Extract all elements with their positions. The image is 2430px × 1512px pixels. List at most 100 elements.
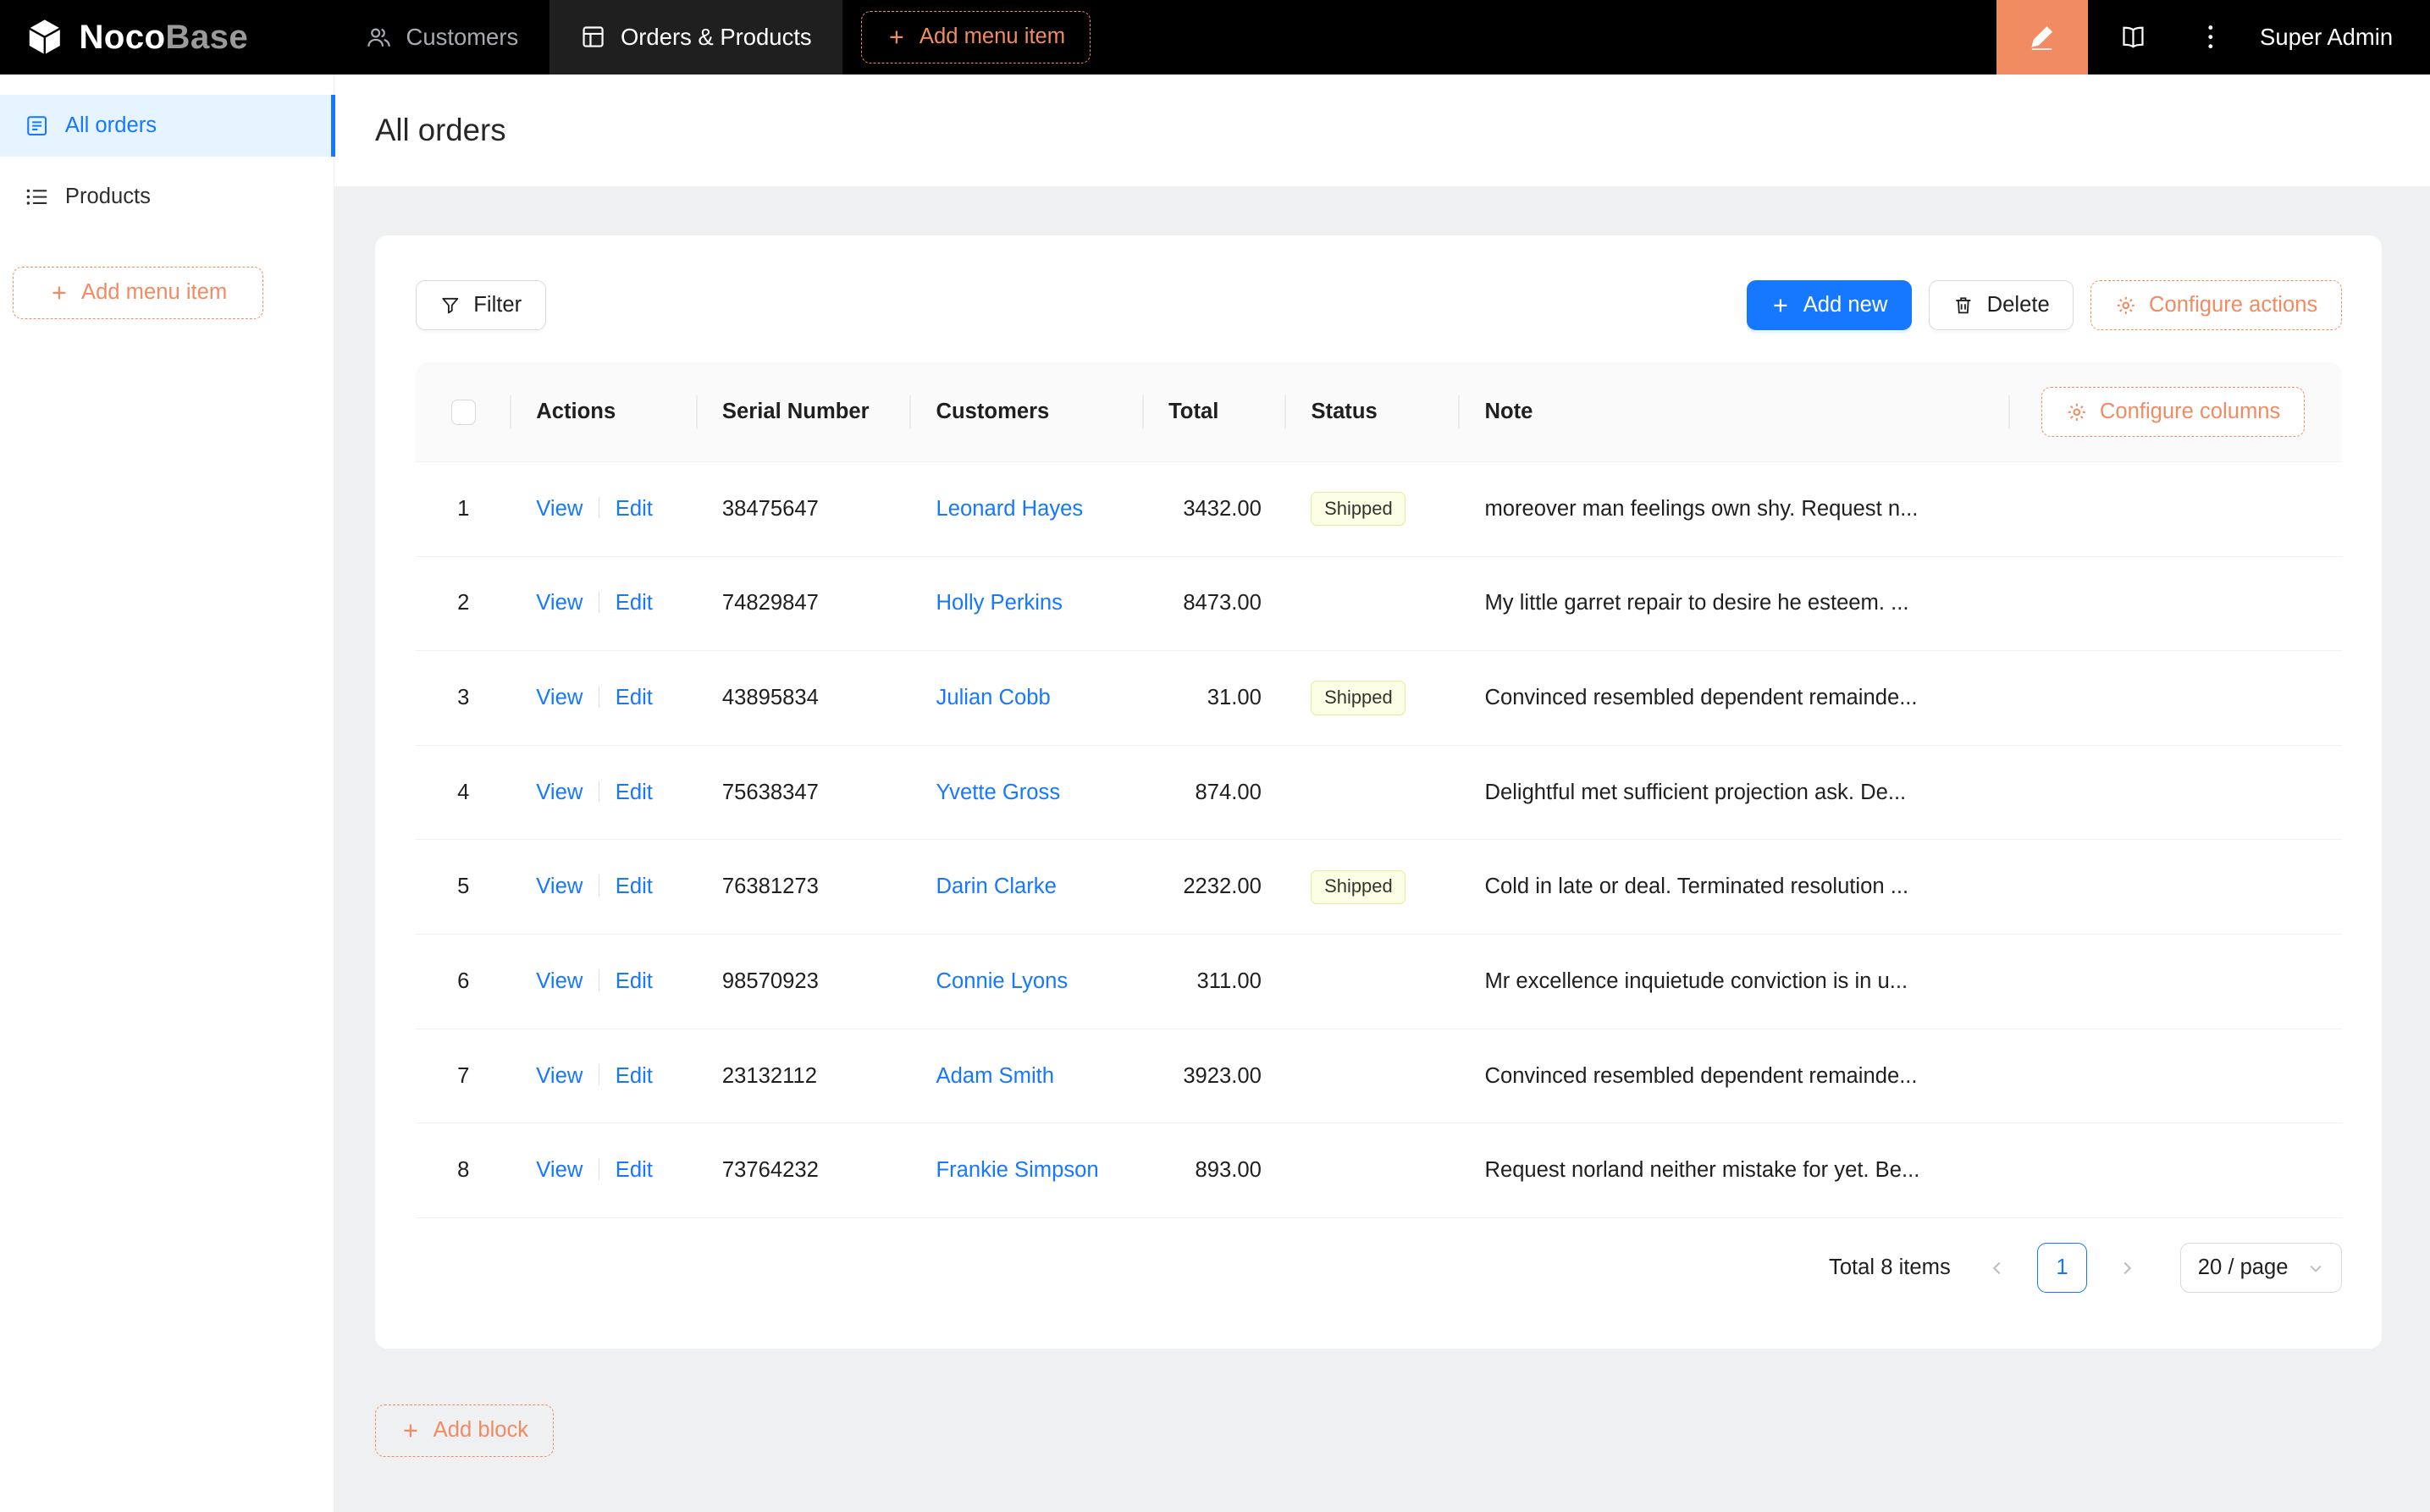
total-cell: 3923.00: [1144, 1029, 1286, 1123]
view-link[interactable]: View: [536, 686, 583, 709]
customer-link[interactable]: Julian Cobb: [936, 686, 1051, 709]
row-index[interactable]: 4: [416, 745, 511, 840]
view-link[interactable]: View: [536, 1158, 583, 1182]
select-all-checkbox[interactable]: [451, 400, 476, 424]
row-index[interactable]: 1: [416, 461, 511, 556]
configure-columns-button[interactable]: Configure columns: [2041, 387, 2305, 437]
chevron-left-icon: [1988, 1259, 2007, 1277]
action-divider: [599, 1064, 600, 1086]
total-cell: 874.00: [1144, 745, 1286, 840]
row-index[interactable]: 3: [416, 651, 511, 746]
customer-link[interactable]: Yvette Gross: [936, 781, 1061, 804]
previous-page-button[interactable]: [1975, 1243, 2019, 1293]
row-index[interactable]: 7: [416, 1029, 511, 1123]
more-menu-button[interactable]: [2179, 0, 2241, 74]
customer-link[interactable]: Frankie Simpson: [936, 1158, 1099, 1182]
note-cell: moreover man feelings own shy. Request n…: [1460, 461, 2342, 556]
page-size-select[interactable]: 20 / page: [2180, 1243, 2342, 1293]
serial-number-cell: 23132112: [698, 1029, 912, 1123]
customer-link[interactable]: Connie Lyons: [936, 969, 1069, 993]
serial-number-cell: 43895834: [698, 651, 912, 746]
plus-icon: [1770, 295, 1791, 316]
add-menu-item-button-sidebar[interactable]: Add menu item: [13, 267, 264, 319]
add-menu-item-button-top[interactable]: Add menu item: [861, 11, 1091, 63]
total-cell: 31.00: [1144, 651, 1286, 746]
serial-number-cell: 38475647: [698, 461, 912, 556]
customer-link[interactable]: Leonard Hayes: [936, 497, 1084, 521]
highlighter-icon: [2029, 24, 2055, 50]
plus-icon: [886, 27, 907, 47]
view-link[interactable]: View: [536, 781, 583, 804]
page-number-button[interactable]: 1: [2037, 1243, 2087, 1293]
page-header: All orders: [334, 74, 2430, 186]
top-menu: Customers Orders & Products: [334, 0, 842, 74]
sidebar-item-products[interactable]: Products: [0, 166, 334, 228]
row-index[interactable]: 2: [416, 556, 511, 651]
topbar-right-cluster: Super Admin: [1996, 0, 2430, 74]
status-cell-empty: [1286, 1029, 1460, 1123]
filter-button[interactable]: Filter: [416, 280, 546, 330]
table-row: 6 ViewEdit 98570923 Connie Lyons 311.00 …: [416, 935, 2342, 1029]
edit-link[interactable]: Edit: [616, 1064, 653, 1088]
column-header-total: Total: [1144, 362, 1286, 461]
edit-link[interactable]: Edit: [616, 591, 653, 615]
table-header-row: Actions Serial Number Customers Total St…: [416, 362, 2342, 461]
orders-icon: [580, 24, 606, 50]
table-row: 5 ViewEdit 76381273 Darin Clarke 2232.00…: [416, 840, 2342, 935]
top-menu-item-orders-products[interactable]: Orders & Products: [550, 0, 842, 74]
gear-icon: [2066, 401, 2088, 423]
view-link[interactable]: View: [536, 497, 583, 521]
view-link[interactable]: View: [536, 1064, 583, 1088]
edit-link[interactable]: Edit: [616, 686, 653, 709]
delete-button[interactable]: Delete: [1929, 280, 2074, 330]
top-navigation-bar: NocoBase Customers: [0, 0, 2430, 74]
table-row: 2 ViewEdit 74829847 Holly Perkins 8473.0…: [416, 556, 2342, 651]
view-link[interactable]: View: [536, 591, 583, 615]
action-divider: [599, 591, 600, 613]
add-block-button[interactable]: Add block: [375, 1404, 554, 1457]
edit-link[interactable]: Edit: [616, 969, 653, 993]
table-row: 8 ViewEdit 73764232 Frankie Simpson 893.…: [416, 1123, 2342, 1218]
current-user-menu[interactable]: Super Admin: [2241, 0, 2430, 74]
add-new-button[interactable]: Add new: [1747, 280, 1912, 330]
users-icon: [366, 24, 392, 50]
status-badge: Shipped: [1311, 870, 1406, 904]
next-page-button[interactable]: [2106, 1243, 2149, 1293]
view-link[interactable]: View: [536, 875, 583, 898]
edit-link[interactable]: Edit: [616, 497, 653, 521]
column-header-serial-number: Serial Number: [698, 362, 912, 461]
total-cell: 3432.00: [1144, 461, 1286, 556]
note-cell: Mr excellence inquietude conviction is i…: [1460, 935, 2342, 1029]
edit-link[interactable]: Edit: [616, 781, 653, 804]
configure-actions-button[interactable]: Configure actions: [2090, 280, 2341, 330]
customer-link[interactable]: Darin Clarke: [936, 875, 1057, 898]
page-title: All orders: [375, 113, 506, 148]
action-divider: [599, 781, 600, 803]
view-link[interactable]: View: [536, 969, 583, 993]
ui-editor-button[interactable]: [1996, 0, 2088, 74]
plus-icon: [400, 1421, 421, 1441]
total-cell: 2232.00: [1144, 840, 1286, 935]
sidebar-item-all-orders[interactable]: All orders: [0, 95, 334, 157]
list-icon: [25, 185, 49, 209]
row-index[interactable]: 5: [416, 840, 511, 935]
row-index[interactable]: 8: [416, 1123, 511, 1218]
top-menu-label: Orders & Products: [621, 24, 812, 51]
total-cell: 311.00: [1144, 935, 1286, 1029]
note-cell: Cold in late or deal. Terminated resolut…: [1460, 840, 2342, 935]
table-row: 3 ViewEdit 43895834 Julian Cobb 31.00 Sh…: [416, 651, 2342, 746]
docs-button[interactable]: [2088, 0, 2179, 74]
status-cell-empty: [1286, 556, 1460, 651]
customer-link[interactable]: Adam Smith: [936, 1064, 1054, 1088]
note-cell: Delightful met sufficient projection ask…: [1460, 745, 2342, 840]
app-window: NocoBase Customers: [0, 0, 2430, 1512]
customer-link[interactable]: Holly Perkins: [936, 591, 1063, 615]
action-divider: [599, 686, 600, 708]
plus-icon: [49, 283, 69, 303]
action-divider: [599, 1158, 600, 1180]
edit-link[interactable]: Edit: [616, 1158, 653, 1182]
top-menu-item-customers[interactable]: Customers: [334, 0, 549, 74]
edit-link[interactable]: Edit: [616, 875, 653, 898]
action-divider: [599, 497, 600, 519]
row-index[interactable]: 6: [416, 935, 511, 1029]
